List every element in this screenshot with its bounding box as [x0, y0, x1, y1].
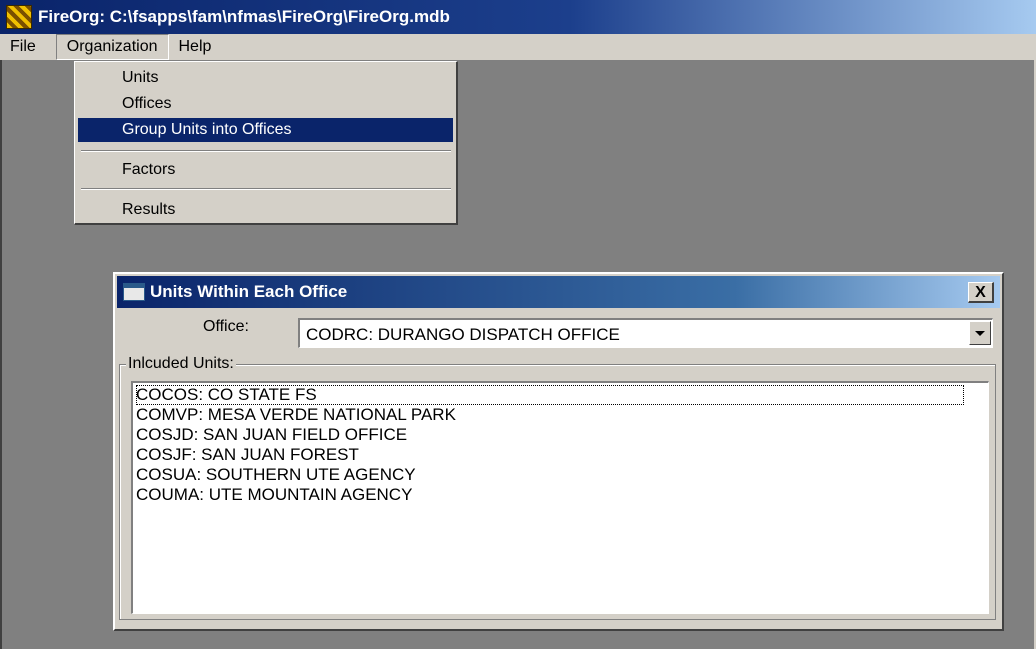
list-item[interactable]: COSUA: SOUTHERN UTE AGENCY: [136, 465, 988, 485]
list-item[interactable]: COMVP: MESA VERDE NATIONAL PARK: [136, 405, 988, 425]
menu-bar: File Organization Help: [0, 34, 1036, 61]
menu-separator: [81, 150, 451, 152]
dialog-title-bar[interactable]: Units Within Each Office X: [117, 276, 1000, 308]
office-select[interactable]: CODRC: DURANGO DISPATCH OFFICE: [298, 318, 993, 348]
app-title-bar[interactable]: FireOrg: C:\fsapps\fam\nfmas\FireOrg\Fir…: [0, 0, 1036, 34]
close-button[interactable]: X: [968, 282, 994, 303]
menu-file[interactable]: File: [0, 35, 46, 59]
list-item[interactable]: COSJF: SAN JUAN FOREST: [136, 445, 988, 465]
window-title: FireOrg: C:\fsapps\fam\nfmas\FireOrg\Fir…: [38, 7, 450, 26]
menu-separator: [81, 188, 451, 190]
office-label: Office:: [203, 318, 249, 335]
menu-item-offices[interactable]: Offices: [78, 92, 453, 116]
dialog-icon: [123, 283, 145, 301]
included-units-list[interactable]: COCOS: CO STATE FS COMVP: MESA VERDE NAT…: [131, 381, 989, 614]
menu-item-group-units[interactable]: Group Units into Offices: [78, 118, 453, 142]
office-value: CODRC: DURANGO DISPATCH OFFICE: [306, 325, 620, 344]
menu-help[interactable]: Help: [169, 35, 222, 59]
included-units-label: Inlcuded Units:: [126, 355, 236, 373]
dropdown-button[interactable]: [969, 321, 991, 345]
list-item[interactable]: COSJD: SAN JUAN FIELD OFFICE: [136, 425, 988, 445]
menu-item-factors[interactable]: Factors: [78, 158, 453, 182]
menu-organization[interactable]: Organization: [55, 34, 169, 60]
units-within-office-dialog: Units Within Each Office X Office: CODRC…: [113, 272, 1004, 631]
list-item[interactable]: COUMA: UTE MOUNTAIN AGENCY: [136, 485, 988, 505]
list-item[interactable]: COCOS: CO STATE FS: [136, 385, 964, 405]
organization-menu: Units Offices Group Units into Offices F…: [74, 61, 458, 225]
app-icon: [6, 5, 32, 29]
chevron-down-icon: [975, 330, 985, 336]
menu-item-units[interactable]: Units: [78, 66, 453, 90]
menu-item-results[interactable]: Results: [78, 198, 453, 222]
dialog-title: Units Within Each Office: [150, 282, 348, 301]
